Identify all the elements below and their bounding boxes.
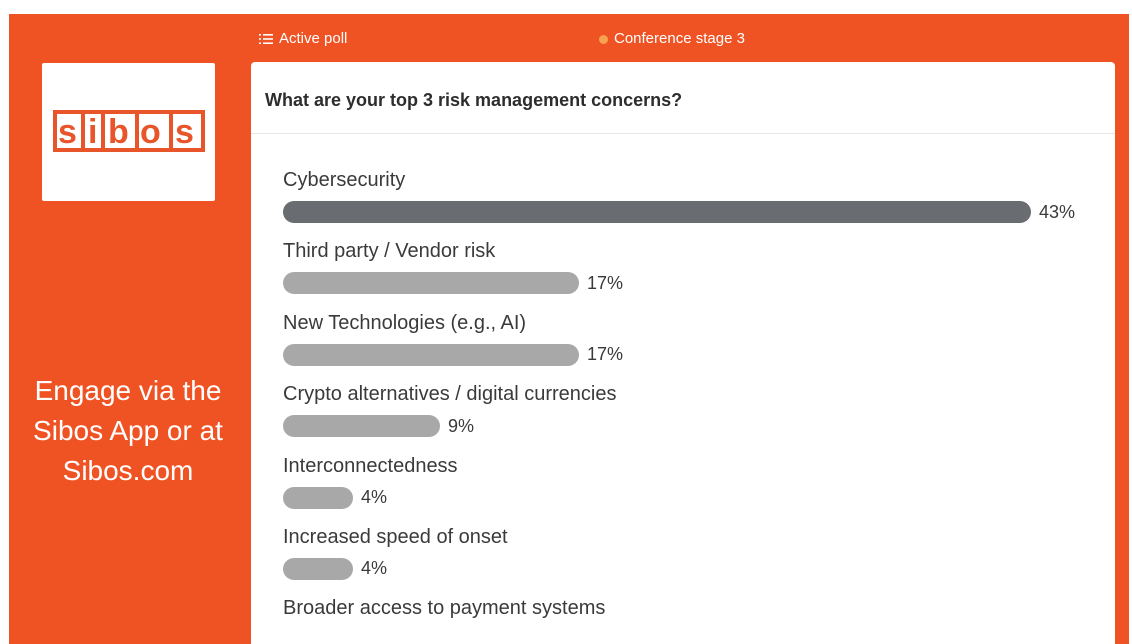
poll-result-bar (283, 486, 353, 509)
active-poll-label: Active poll (279, 30, 348, 47)
svg-text:o: o (140, 113, 161, 151)
stage-label: Conference stage 3 (614, 30, 745, 47)
engage-line: Engage via the (34, 375, 222, 406)
engage-line: Sibos App or at (33, 415, 223, 446)
poll-result-bar (283, 415, 440, 438)
presentation-frame: Active poll Conference stage 3 s i b o s… (9, 14, 1129, 644)
list-icon (259, 34, 273, 44)
poll-option: Third party / Vendor risk 17% (283, 239, 1103, 310)
poll-option: Crypto alternatives / digital currencies… (283, 382, 1103, 453)
stage-indicator: Conference stage 3 (599, 30, 745, 48)
poll-option-label: Interconnectedness (283, 454, 458, 477)
poll-options: Cybersecurity 43% Third party / Vendor ris… (283, 168, 1103, 644)
poll-option-label: Third party / Vendor risk (283, 240, 496, 263)
poll-result-row: 17% (283, 272, 1083, 295)
poll-option: Increased speed of onset 4% (283, 525, 1103, 596)
poll-result-row: 17% (283, 343, 1083, 366)
poll-result-bar (283, 343, 579, 366)
poll-option-label: Cybersecurity (283, 169, 406, 191)
sibos-logo-mark: s i b o s (53, 110, 205, 152)
poll-question: What are your top 3 risk management conc… (251, 62, 1115, 134)
poll-result-percent: 4% (361, 487, 388, 508)
poll-result-row: 4% (283, 557, 1083, 580)
poll-option: Interconnectedness 4% (283, 454, 1103, 525)
poll-result-percent: 9% (448, 415, 475, 436)
poll-option-label: Broader access to payment systems (283, 597, 606, 620)
poll-result-percent: 17% (587, 272, 624, 293)
svg-text:i: i (88, 113, 97, 151)
poll-result-bar (283, 557, 353, 580)
poll-option: Broader access to payment systems (283, 596, 1103, 644)
top-bar: Active poll Conference stage 3 (9, 14, 1129, 62)
poll-result-row: 9% (283, 415, 1083, 438)
poll-option: New Technologies (e.g., AI) 17% (283, 311, 1103, 382)
poll-option-label: New Technologies (e.g., AI) (283, 311, 527, 334)
svg-text:s: s (58, 113, 77, 151)
poll-option-label: Increased speed of onset (283, 525, 508, 548)
engage-line: Sibos.com (62, 455, 194, 486)
svg-text:s: s (175, 113, 194, 151)
sibos-logo: s i b o s (42, 63, 215, 201)
poll-card: What are your top 3 risk management conc… (251, 62, 1115, 644)
svg-text:b: b (108, 113, 129, 151)
status-dot-icon (599, 34, 608, 44)
poll-result-percent: 17% (587, 344, 624, 365)
poll-result-bar (283, 201, 1031, 223)
poll-result-bar (283, 272, 579, 295)
poll-result-row: 4% (283, 486, 1083, 509)
poll-result-percent: 43% (1039, 201, 1076, 222)
active-poll-tab[interactable]: Active poll (259, 30, 347, 48)
poll-option: Cybersecurity 43% (283, 168, 1103, 239)
engage-message: Engage via the Sibos App or at Sibos.com (9, 371, 247, 491)
poll-option-label: Crypto alternatives / digital currencies (283, 383, 617, 406)
poll-result-percent: 4% (361, 558, 388, 579)
poll-result-row: 43% (283, 201, 1083, 223)
